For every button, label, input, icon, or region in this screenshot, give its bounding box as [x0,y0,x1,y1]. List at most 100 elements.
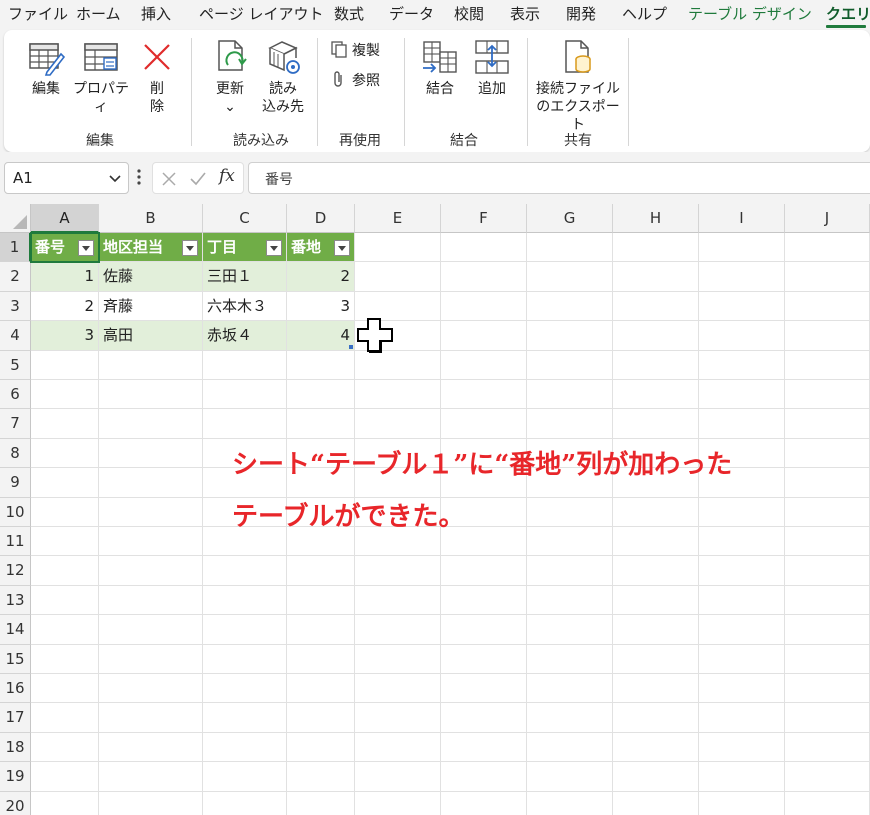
tab-view[interactable]: 表示 [510,3,540,24]
row-header-13[interactable]: 13 [0,585,31,616]
filter-dropdown-button[interactable] [334,240,350,256]
load-to-label-line2: 込み先 [262,99,304,115]
filter-dropdown-button[interactable] [266,240,282,256]
column-header-f[interactable]: F [441,204,527,233]
merge-button[interactable]: 結合 [418,38,462,98]
append-button[interactable]: 追加 [470,38,514,98]
column-header-i[interactable]: I [699,204,785,233]
row-header-1[interactable]: 1 [0,233,31,263]
row-header-17[interactable]: 17 [0,703,31,733]
row-header-7[interactable]: 7 [0,409,31,439]
row-header-9[interactable]: 9 [0,468,31,498]
column-header-j[interactable]: J [785,204,870,233]
export-connection-icon [565,40,591,73]
refresh-dropdown-arrow[interactable]: ⌄ [224,99,236,115]
formula-input[interactable]: 番号 [248,162,870,194]
tab-insert[interactable]: 挿入 [141,3,171,24]
row-header-2[interactable]: 2 [0,262,31,292]
gridline [31,790,870,792]
annotation-line-2: テーブルができた。 [232,502,465,532]
properties-icon [84,43,118,71]
table-cell-chome[interactable]: 赤坂４ [203,321,286,350]
column-header-b[interactable]: B [99,204,203,233]
edit-query-button[interactable]: 編集 [24,38,68,98]
refresh-button[interactable]: 更新 ⌄ [208,38,252,116]
confirm-check-icon[interactable] [189,171,207,187]
filter-dropdown-button[interactable] [182,240,198,256]
table-cell-area[interactable]: 高田 [99,321,202,350]
column-header-d[interactable]: D [287,204,355,233]
row-header-6[interactable]: 6 [0,380,31,410]
tab-help[interactable]: ヘルプ [622,3,667,24]
more-options-icon[interactable] [136,168,142,186]
tab-review[interactable]: 校閲 [454,3,484,24]
table-header-area[interactable]: 地区担当 [99,233,202,262]
table-cell-banchi[interactable]: 3 [287,292,354,320]
group-divider [317,38,318,146]
table-cell-banchi-text: 4 [340,326,350,345]
load-to-icon [268,41,300,74]
table-cell-number[interactable]: 3 [31,321,98,350]
reference-button[interactable]: 参照 [330,70,380,90]
duplicate-button[interactable]: 複製 [330,40,380,60]
row-header-20[interactable]: 20 [0,791,31,815]
gridline [31,731,870,733]
row-header-5[interactable]: 5 [0,350,31,380]
row-header-18[interactable]: 18 [0,732,31,763]
row-header-10[interactable]: 10 [0,497,31,527]
row-header-11[interactable]: 11 [0,527,31,557]
column-header-g[interactable]: G [527,204,613,233]
tab-file[interactable]: ファイル [8,3,68,24]
table-cell-area[interactable]: 斉藤 [99,292,202,320]
tab-developer[interactable]: 開発 [566,3,596,24]
gridline [31,702,870,704]
column-header-h[interactable]: H [613,204,699,233]
table-header-chome[interactable]: 丁目 [203,233,286,262]
table-cell-banchi[interactable]: 2 [287,262,354,291]
row-header-4[interactable]: 4 [0,321,31,351]
properties-button[interactable]: プロパティ [70,38,132,116]
row-header-19[interactable]: 19 [0,762,31,792]
row-header-14[interactable]: 14 [0,615,31,645]
column-header-e[interactable]: E [355,204,441,233]
table-cell-area-text: 高田 [103,326,134,345]
row-header-8[interactable]: 8 [0,438,31,469]
export-connection-button[interactable]: 接続ファイル のエクスポート [534,38,622,134]
insert-function-button[interactable]: fx [219,166,235,186]
tab-query[interactable]: クエリ [826,3,870,24]
tab-table-design[interactable]: テーブル デザイン [688,3,812,24]
table-header-banchi[interactable]: 番地 [287,233,354,262]
row-header-12[interactable]: 12 [0,556,31,586]
table-cell-number-text: 3 [84,326,94,345]
tab-page-layout[interactable]: ページ レイアウト [199,3,323,24]
table-cell-chome[interactable]: 三田１ [203,262,286,291]
table-cell-chome[interactable]: 六本木３ [203,292,286,320]
worksheet[interactable]: ABCDEFGHIJ 1 2 3 4 5 6 7 8 9 10 11 12 13 14 15 16 17 18 19… [0,204,870,815]
table-cell-number[interactable]: 1 [31,262,98,291]
tab-data[interactable]: データ [389,3,434,24]
paperclip-icon [334,71,342,87]
row-header-3[interactable]: 3 [0,291,31,322]
row-header-16[interactable]: 16 [0,674,31,704]
table-cell-area[interactable]: 佐藤 [99,262,202,291]
tab-formulas[interactable]: 数式 [334,3,364,24]
tab-home[interactable]: ホーム [76,3,121,24]
table-resize-handle[interactable] [349,344,353,349]
row-header-15[interactable]: 15 [0,644,31,674]
chevron-down-icon[interactable] [108,171,122,185]
select-all-button[interactable] [0,204,31,233]
name-box[interactable]: A1 [4,162,129,194]
delete-query-button[interactable]: 削 除 [138,38,176,116]
refresh-icon [218,40,247,71]
table-cell-number[interactable]: 2 [31,292,98,320]
column-header-c[interactable]: C [203,204,287,233]
active-tab-indicator [826,25,866,28]
edit-group-label: 編集 [86,133,114,149]
table-cell-banchi[interactable]: 4 [287,321,354,350]
cancel-icon[interactable] [161,171,177,187]
export-label-line1: 接続ファイル [536,81,620,97]
load-group-label: 読み込み [233,133,289,149]
append-label: 追加 [478,81,506,97]
column-header-a[interactable]: A [31,204,99,233]
load-to-button[interactable]: 読み 込み先 [258,38,308,116]
